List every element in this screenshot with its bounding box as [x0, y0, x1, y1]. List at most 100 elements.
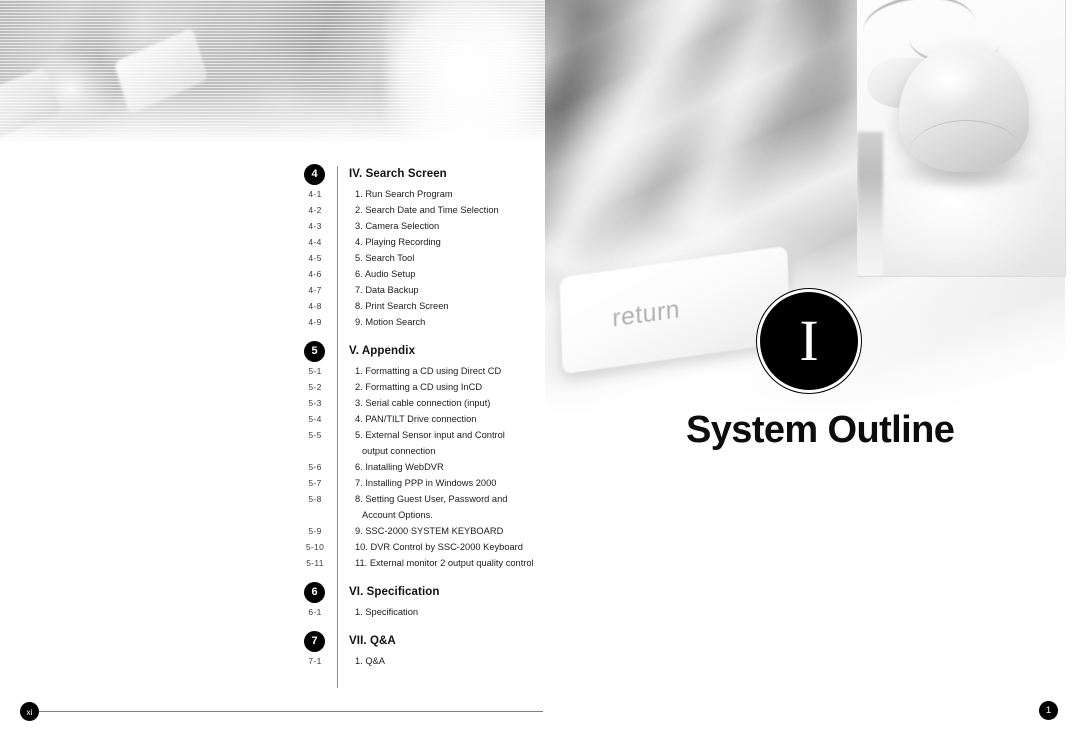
- entry-page-number: 4-1: [308, 189, 322, 199]
- page-title: System Outline: [686, 409, 955, 451]
- section-badge: 5: [304, 340, 325, 362]
- table-of-contents: 4 IV. Search Screen 4-1 1. Run Search Pr…: [296, 162, 556, 669]
- entry-label: 3. Serial cable connection (input): [355, 398, 491, 408]
- entry-page-number: 4-6: [308, 269, 322, 279]
- entry-label: 3. Camera Selection: [355, 221, 440, 231]
- entry-page-number: 5-2: [308, 382, 322, 392]
- entry-page-number: 5-8: [308, 494, 322, 504]
- section-title: VI. Specification: [349, 586, 440, 598]
- entry-page-number: 4-8: [308, 301, 322, 311]
- entry-label: 11. External monitor 2 output quality co…: [355, 558, 534, 568]
- toc-entry[interactable]: 5-4 4. PAN/TILT Drive connection: [296, 411, 556, 427]
- entry-label: 2. Search Date and Time Selection: [355, 205, 499, 215]
- entry-label: 4. Playing Recording: [355, 237, 441, 247]
- toc-entry-continuation: output connection: [296, 443, 556, 459]
- entry-page-number: 5-6: [308, 462, 322, 472]
- entry-page-number: 6-1: [308, 607, 322, 617]
- toc-entry[interactable]: 4-5 5. Search Tool: [296, 250, 556, 266]
- entry-label: 1. Formatting a CD using Direct CD: [355, 366, 502, 376]
- toc-entry[interactable]: 5-6 6. Inatalling WebDVR: [296, 459, 556, 475]
- toc-section-header[interactable]: 7 VII. Q&A: [296, 629, 556, 653]
- footer-page-number-left: xi: [20, 702, 39, 721]
- chapter-roman-numeral-badge: I: [757, 289, 861, 393]
- toc-entry[interactable]: 4-8 8. Print Search Screen: [296, 298, 556, 314]
- chapter-roman-numeral: I: [799, 308, 819, 373]
- toc-entry[interactable]: 5-5 5. External Sensor input and Control: [296, 427, 556, 443]
- entry-page-number: 4-9: [308, 317, 322, 327]
- halftone-scanlines: [0, 0, 545, 143]
- entry-page-number: 5-10: [305, 542, 325, 552]
- toc-entry[interactable]: 4-2 2. Search Date and Time Selection: [296, 202, 556, 218]
- entry-label: 6. Audio Setup: [355, 269, 416, 279]
- manual-page: return 4 IV. Search Screen 4-1 1. Run Se…: [0, 0, 1080, 739]
- entry-page-number: 4-5: [308, 253, 322, 263]
- entry-label: 8. Print Search Screen: [355, 301, 449, 311]
- entry-label: 4. PAN/TILT Drive connection: [355, 414, 477, 424]
- toc-entry[interactable]: 4-6 6. Audio Setup: [296, 266, 556, 282]
- entry-page-number: 4-4: [308, 237, 322, 247]
- footer-rule: [38, 711, 543, 712]
- section-badge: 4: [304, 163, 325, 185]
- toc-entry[interactable]: 4-4 4. Playing Recording: [296, 234, 556, 250]
- toc-entry[interactable]: 6-1 1. Specification: [296, 604, 556, 620]
- toc-entry[interactable]: 4-7 7. Data Backup: [296, 282, 556, 298]
- entry-label: 7. Installing PPP in Windows 2000: [355, 478, 497, 488]
- footer-page-number-right: 1: [1039, 701, 1058, 720]
- entry-page-number: 5-5: [308, 430, 322, 440]
- entry-page-number: 5-1: [308, 366, 322, 376]
- toc-entry[interactable]: 4-3 3. Camera Selection: [296, 218, 556, 234]
- toc-entry-continuation: Account Options.: [296, 507, 556, 523]
- keyboard-halftone-photo: [0, 0, 545, 143]
- entry-label: 2. Formatting a CD using InCD: [355, 382, 483, 392]
- entry-label: Account Options.: [362, 510, 433, 520]
- entry-label: 5. Search Tool: [355, 253, 415, 263]
- toc-section-appendix: 5 V. Appendix 5-1 1. Formatting a CD usi…: [296, 339, 556, 571]
- entry-page-number: 7-1: [308, 656, 322, 666]
- toc-entry[interactable]: 5-2 2. Formatting a CD using InCD: [296, 379, 556, 395]
- toc-section-specification: 6 VI. Specification 6-1 1. Specification: [296, 580, 556, 620]
- toc-section-header[interactable]: 6 VI. Specification: [296, 580, 556, 604]
- entry-label: 1. Run Search Program: [355, 189, 453, 199]
- entry-label: 9. Motion Search: [355, 317, 426, 327]
- section-title: V. Appendix: [349, 345, 416, 357]
- section-title: IV. Search Screen: [349, 168, 447, 180]
- toc-entry[interactable]: 5-3 3. Serial cable connection (input): [296, 395, 556, 411]
- toc-entry[interactable]: 5-11 11. External monitor 2 output quali…: [296, 555, 556, 571]
- section-badge: 6: [304, 581, 325, 603]
- toc-entry[interactable]: 5-1 1. Formatting a CD using Direct CD: [296, 363, 556, 379]
- entry-page-number: 5-3: [308, 398, 322, 408]
- section-badge: 7: [304, 630, 325, 652]
- entry-page-number: 4-7: [308, 285, 322, 295]
- entry-page-number: 4-2: [308, 205, 322, 215]
- toc-entry[interactable]: 5-7 7. Installing PPP in Windows 2000: [296, 475, 556, 491]
- toc-section-header[interactable]: 4 IV. Search Screen: [296, 162, 556, 186]
- entry-label: 10. DVR Control by SSC-2000 Keyboard: [355, 542, 523, 552]
- entry-page-number: 4-3: [308, 221, 322, 231]
- entry-label: 1. Specification: [355, 607, 419, 617]
- toc-section-header[interactable]: 5 V. Appendix: [296, 339, 556, 363]
- entry-label: 9. SSC-2000 SYSTEM KEYBOARD: [355, 526, 504, 536]
- entry-page-number: 5-7: [308, 478, 322, 488]
- toc-section-search-screen: 4 IV. Search Screen 4-1 1. Run Search Pr…: [296, 162, 556, 330]
- toc-entry[interactable]: 4-9 9. Motion Search: [296, 314, 556, 330]
- section-title: VII. Q&A: [349, 635, 396, 647]
- toc-section-qa: 7 VII. Q&A 7-1 1. Q&A: [296, 629, 556, 669]
- entry-label: output connection: [362, 446, 436, 456]
- toc-entry[interactable]: 5-10 10. DVR Control by SSC-2000 Keyboar…: [296, 539, 556, 555]
- photo-background: [857, 132, 883, 276]
- entry-label: 6. Inatalling WebDVR: [355, 462, 444, 472]
- computer-mouse-photo: [857, 0, 1066, 277]
- entry-label: 8. Setting Guest User, Password and: [355, 494, 508, 504]
- toc-entry[interactable]: 4-1 1. Run Search Program: [296, 186, 556, 202]
- toc-entry[interactable]: 5-8 8. Setting Guest User, Password and: [296, 491, 556, 507]
- toc-entry[interactable]: 5-9 9. SSC-2000 SYSTEM KEYBOARD: [296, 523, 556, 539]
- entry-page-number: 5-9: [308, 526, 322, 536]
- entry-page-number: 5-4: [308, 414, 322, 424]
- entry-page-number: 5-11: [306, 558, 324, 568]
- entry-label: 5. External Sensor input and Control: [355, 430, 505, 440]
- toc-entry[interactable]: 7-1 1. Q&A: [296, 653, 556, 669]
- entry-label: 1. Q&A: [355, 656, 385, 666]
